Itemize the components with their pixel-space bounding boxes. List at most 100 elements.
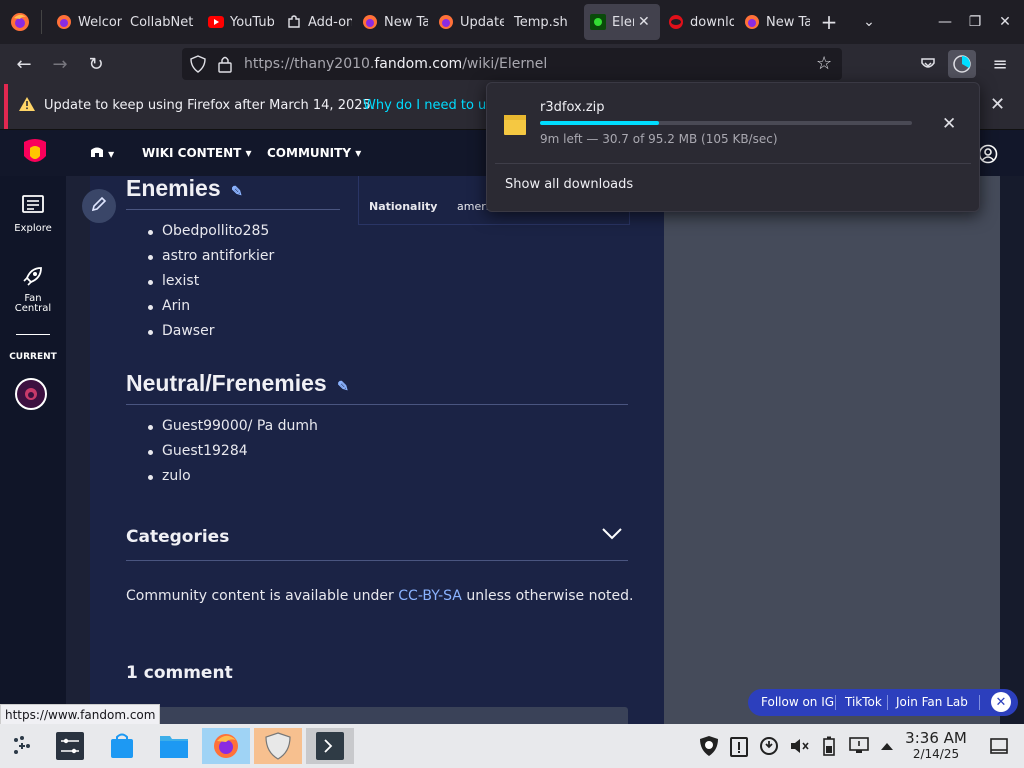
navigation-toolbar: ← → ↻ https://thany2010.fandom.com/wiki/… xyxy=(0,44,1024,84)
edit-pencil-button[interactable] xyxy=(82,189,116,223)
url-bar[interactable]: https://thany2010.fandom.com/wiki/Elerne… xyxy=(182,48,842,80)
comments-heading: 1 comment xyxy=(126,663,233,683)
close-window-button[interactable]: ✕ xyxy=(990,8,1020,36)
enemy-link[interactable]: Obedpollito285 xyxy=(162,223,269,239)
notification-text: Update to keep using Firefox after March… xyxy=(44,98,375,113)
tab-addons[interactable]: Add-ons xyxy=(280,4,352,40)
file-manager-icon[interactable] xyxy=(152,728,196,764)
tab-collabnet[interactable]: CollabNet xyxy=(124,4,196,40)
store-bag-icon[interactable] xyxy=(100,728,144,764)
youtube-icon xyxy=(208,14,224,30)
battery-icon[interactable] xyxy=(818,735,840,757)
fandom-logo-icon[interactable] xyxy=(20,138,50,172)
app-launcher-icon[interactable] xyxy=(0,728,44,764)
hamburger-menu-icon[interactable]: ≡ xyxy=(986,50,1014,78)
list-tabs-chevron-icon[interactable]: ⌄ xyxy=(854,8,884,36)
pocket-icon[interactable] xyxy=(914,50,942,78)
lock-icon[interactable] xyxy=(218,55,232,77)
reload-icon[interactable]: ↻ xyxy=(82,50,110,78)
wiki-home-icon[interactable]: ▾ xyxy=(90,146,114,161)
join-fan-lab-link[interactable]: Join Fan Lab xyxy=(896,695,968,709)
tab-tempsh[interactable]: Temp.sh xyxy=(508,4,580,40)
cancel-download-icon[interactable]: ✕ xyxy=(942,114,956,134)
tab-label: New Tab xyxy=(384,14,428,30)
fan-central-label-2: Central xyxy=(14,303,52,314)
opera-icon xyxy=(668,14,684,30)
tab-close-icon[interactable]: ✕ xyxy=(638,14,650,30)
explore-label: Explore xyxy=(14,223,52,234)
edit-section-icon[interactable]: ✎ xyxy=(231,183,243,199)
notification-link[interactable]: Why do I need to up xyxy=(363,98,495,113)
security-shield-app-icon[interactable] xyxy=(254,728,302,764)
show-desktop-icon[interactable] xyxy=(988,735,1010,757)
new-tab-button[interactable]: + xyxy=(814,8,844,36)
comment-box[interactable] xyxy=(126,707,628,724)
tab-update[interactable]: Update xyxy=(432,4,504,40)
tab-welcome[interactable]: Welcome xyxy=(50,4,122,40)
settings-sliders-icon[interactable] xyxy=(48,728,92,764)
tab-download[interactable]: download xyxy=(662,4,734,40)
firefox-icon xyxy=(56,14,72,30)
right-rail xyxy=(664,176,1000,724)
page-edge xyxy=(1000,176,1024,724)
clipboard-tray-icon[interactable] xyxy=(728,735,750,757)
rocket-icon xyxy=(21,267,45,292)
clock-date: 2/14/25 xyxy=(912,747,960,761)
firefox-menu-icon[interactable] xyxy=(10,12,30,32)
firefox-taskbar-icon[interactable] xyxy=(202,728,250,764)
update-tray-icon[interactable] xyxy=(758,735,780,757)
clock[interactable]: 3:36 AM 2/14/25 xyxy=(900,730,972,762)
tab-strip: Welcome CollabNet YouTube Add-ons New Ta… xyxy=(0,0,1024,44)
download-item[interactable]: r3dfox.zip 9m left — 30.7 of 95.2 MB (10… xyxy=(487,83,979,163)
enemy-link[interactable]: Dawser xyxy=(162,323,214,339)
zip-file-icon xyxy=(503,113,527,141)
nav-community[interactable]: COMMUNITY ▾ xyxy=(267,146,361,160)
enemy-link[interactable]: lexist xyxy=(162,273,199,289)
minimize-button[interactable]: — xyxy=(930,8,960,36)
fan-central-button[interactable]: Fan Central xyxy=(0,264,66,314)
explore-button[interactable]: Explore xyxy=(0,194,66,234)
license-link[interactable]: CC-BY-SA xyxy=(398,588,462,604)
network-icon[interactable] xyxy=(848,735,870,757)
notification-close-icon[interactable]: ✕ xyxy=(990,94,1005,115)
license-text: Community content is available under CC-… xyxy=(126,588,634,604)
edit-section-icon[interactable]: ✎ xyxy=(337,378,349,394)
user-account-icon[interactable] xyxy=(978,144,998,168)
tab-label: download xyxy=(690,14,734,30)
social-bar: Follow on IG TikTok Join Fan Lab ✕ xyxy=(748,689,1018,716)
tab-elernel[interactable]: Elernel ✕ xyxy=(584,4,660,40)
tab-label: New Tab xyxy=(766,14,810,30)
shield-icon[interactable] xyxy=(190,55,206,77)
muted-volume-icon[interactable] xyxy=(788,735,810,757)
nav-wiki-content[interactable]: WIKI CONTENT ▾ xyxy=(142,146,252,160)
terminal-icon[interactable] xyxy=(306,728,354,764)
tray-expand-arrow-icon[interactable] xyxy=(876,735,898,757)
taskbar: 3:36 AM 2/14/25 xyxy=(0,724,1024,768)
url-text: https://thany2010.fandom.com/wiki/Elerne… xyxy=(244,56,548,72)
rail-divider xyxy=(16,334,50,335)
categories-toggle[interactable]: Categories xyxy=(126,524,628,561)
back-arrow-icon[interactable]: ← xyxy=(10,50,38,78)
bookmark-star-icon[interactable]: ☆ xyxy=(816,53,832,74)
maximize-button[interactable]: ❐ xyxy=(960,8,990,36)
vpn-shield-tray-icon[interactable] xyxy=(698,735,720,757)
social-bar-close-icon[interactable]: ✕ xyxy=(991,692,1011,712)
tab-newtab-1[interactable]: New Tab xyxy=(356,4,428,40)
forward-arrow-icon[interactable]: → xyxy=(46,50,74,78)
firefox-icon xyxy=(744,14,760,30)
tiktok-link[interactable]: TikTok xyxy=(845,695,882,709)
tab-youtube[interactable]: YouTube xyxy=(202,4,274,40)
follow-ig-link[interactable]: Follow on IG xyxy=(761,695,834,709)
tab-newtab-2[interactable]: New Tab xyxy=(738,4,810,40)
enemy-link[interactable]: astro antiforkier xyxy=(162,248,274,264)
enemies-divider xyxy=(126,209,340,210)
enemy-text: Arin xyxy=(162,298,191,314)
download-progress-track xyxy=(540,121,912,125)
enemies-heading: Enemies ✎ xyxy=(126,175,243,201)
current-wiki-icon[interactable] xyxy=(15,378,47,410)
show-all-downloads[interactable]: Show all downloads xyxy=(505,177,633,192)
tab-label: YouTube xyxy=(230,14,274,30)
tab-label: Temp.sh xyxy=(514,14,568,30)
firefox-icon xyxy=(438,14,454,30)
downloads-progress-icon[interactable] xyxy=(948,50,976,78)
